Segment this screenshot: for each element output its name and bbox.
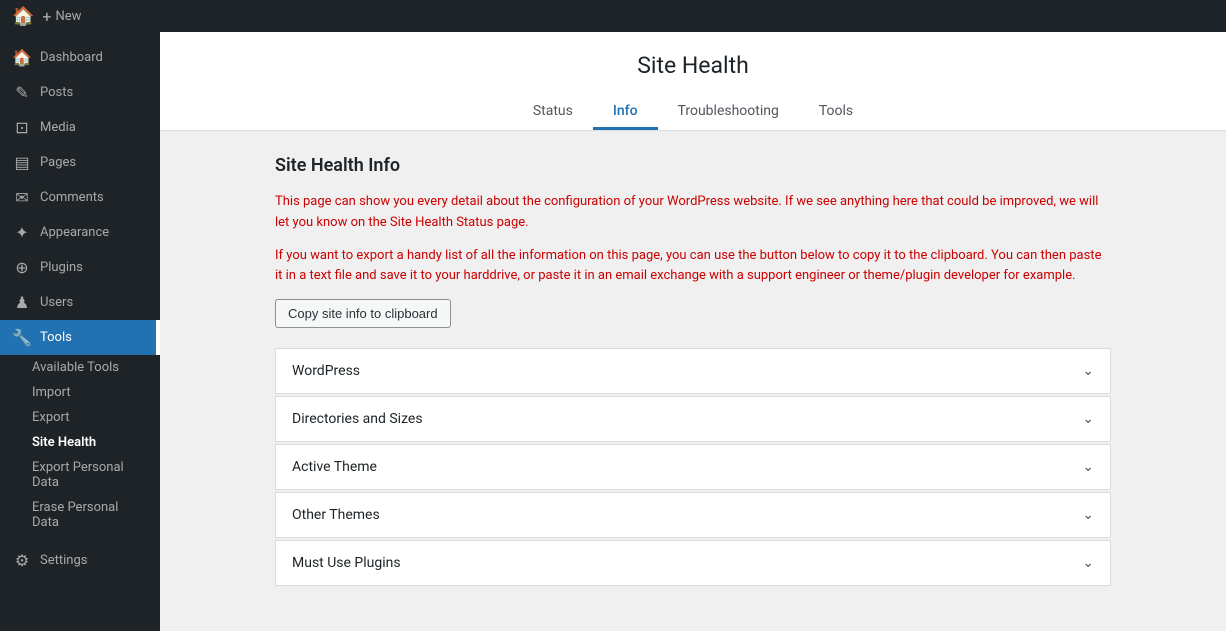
tab-info[interactable]: Info <box>593 95 658 130</box>
sidebar-subitem-available-tools[interactable]: Available Tools <box>0 355 160 380</box>
chevron-down-icon: ⌄ <box>1082 555 1094 571</box>
copy-site-info-button[interactable]: Copy site info to clipboard <box>275 299 451 328</box>
sidebar-subitem-erase-personal-data[interactable]: Erase Personal Data <box>0 495 160 535</box>
chevron-down-icon: ⌄ <box>1082 459 1094 475</box>
sidebar-item-plugins[interactable]: ⊕ Plugins <box>0 250 160 285</box>
sidebar-item-settings[interactable]: ⚙ Settings <box>0 543 160 578</box>
plus-icon: + <box>42 7 51 26</box>
tab-troubleshooting[interactable]: Troubleshooting <box>658 95 799 130</box>
section-title: Site Health Info <box>275 155 1111 176</box>
sidebar-item-media[interactable]: ⊡ Media <box>0 110 160 145</box>
sidebar-item-appearance[interactable]: ✦ Appearance <box>0 215 160 250</box>
tab-status[interactable]: Status <box>513 95 593 130</box>
accordion-header-other-themes[interactable]: Other Themes ⌄ <box>276 493 1110 537</box>
chevron-down-icon: ⌄ <box>1082 507 1094 523</box>
accordion-header-wordpress[interactable]: WordPress ⌄ <box>276 349 1110 393</box>
chevron-down-icon: ⌄ <box>1082 411 1094 427</box>
pages-icon: ▤ <box>12 153 32 172</box>
chevron-down-icon: ⌄ <box>1082 363 1094 379</box>
media-icon: ⊡ <box>12 118 32 137</box>
accordion-active-theme: Active Theme ⌄ <box>275 444 1111 490</box>
comments-icon: ✉ <box>12 188 32 207</box>
tabs-bar: Status Info Troubleshooting Tools <box>160 95 1226 130</box>
sidebar-subitem-site-health[interactable]: Site Health <box>0 430 160 455</box>
accordion-other-themes: Other Themes ⌄ <box>275 492 1111 538</box>
info-para-2: If you want to export a handy list of al… <box>275 246 1111 288</box>
sidebar-item-users[interactable]: ♟ Users <box>0 285 160 320</box>
accordion-header-directories-sizes[interactable]: Directories and Sizes ⌄ <box>276 397 1110 441</box>
accordion-header-must-use-plugins[interactable]: Must Use Plugins ⌄ <box>276 541 1110 585</box>
home-icon[interactable]: 🏠 <box>12 6 34 27</box>
top-bar: 🏠 + New <box>0 0 1226 32</box>
sidebar-item-comments[interactable]: ✉ Comments <box>0 180 160 215</box>
main-content: Site Health Status Info Troubleshooting … <box>160 32 1226 631</box>
appearance-icon: ✦ <box>12 223 32 242</box>
sidebar: 🏠 Dashboard ✎ Posts ⊡ Media ▤ Pages ✉ Co… <box>0 32 160 631</box>
sidebar-item-posts[interactable]: ✎ Posts <box>0 75 160 110</box>
sidebar-subitem-export[interactable]: Export <box>0 405 160 430</box>
plugins-icon: ⊕ <box>12 258 32 277</box>
tab-tools[interactable]: Tools <box>799 95 873 130</box>
settings-icon: ⚙ <box>12 551 32 570</box>
tools-icon: 🔧 <box>12 328 32 347</box>
content-area: Site Health Info This page can show you … <box>243 131 1143 612</box>
posts-icon: ✎ <box>12 83 32 102</box>
sidebar-item-pages[interactable]: ▤ Pages <box>0 145 160 180</box>
accordion-must-use-plugins: Must Use Plugins ⌄ <box>275 540 1111 586</box>
page-header: Site Health Status Info Troubleshooting … <box>160 32 1226 131</box>
sidebar-item-tools[interactable]: 🔧 Tools <box>0 320 160 355</box>
page-title: Site Health <box>160 52 1226 79</box>
dashboard-icon: 🏠 <box>12 48 32 67</box>
accordion-directories-sizes: Directories and Sizes ⌄ <box>275 396 1111 442</box>
new-button[interactable]: + New <box>42 7 81 26</box>
sidebar-item-dashboard[interactable]: 🏠 Dashboard <box>0 40 160 75</box>
sidebar-subitem-export-personal-data[interactable]: Export Personal Data <box>0 455 160 495</box>
sidebar-subitem-import[interactable]: Import <box>0 380 160 405</box>
info-para-1: This page can show you every detail abou… <box>275 192 1111 234</box>
accordion-header-active-theme[interactable]: Active Theme ⌄ <box>276 445 1110 489</box>
accordion-wordpress: WordPress ⌄ <box>275 348 1111 394</box>
users-icon: ♟ <box>12 293 32 312</box>
